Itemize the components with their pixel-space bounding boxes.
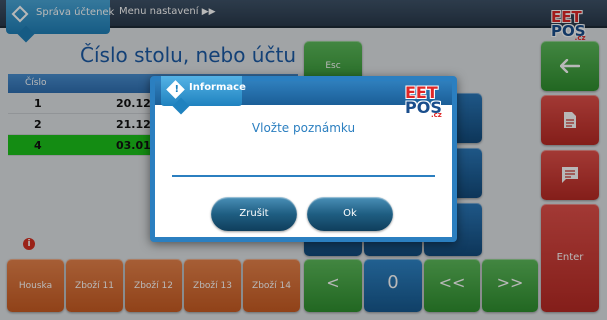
dialog-title-tab: Informace [161, 76, 246, 115]
warning-diamond-icon [166, 80, 185, 99]
note-input[interactable] [172, 161, 435, 177]
info-dialog: Informace EET POS .cz Vložte poznámku Zr… [150, 76, 457, 242]
cancel-button[interactable]: Zrušit [211, 197, 297, 231]
dialog-title: Informace [189, 82, 246, 93]
dialog-tab-notch [172, 97, 190, 115]
dialog-eetpos-logo: EET POS .cz [405, 83, 442, 119]
ok-button[interactable]: Ok [307, 197, 393, 231]
dialog-message: Vložte poznámku [251, 121, 356, 135]
